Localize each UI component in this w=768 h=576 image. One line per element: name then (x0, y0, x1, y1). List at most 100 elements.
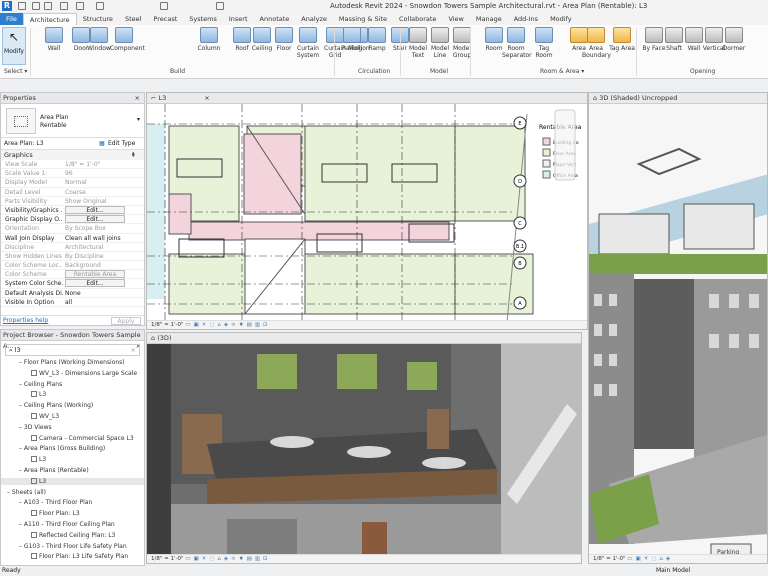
tab-structure[interactable]: Structure (77, 13, 119, 25)
redo-icon[interactable] (76, 2, 84, 10)
view-scale[interactable]: 1/8" = 1'-0" (151, 322, 184, 328)
clear-icon[interactable]: × (131, 345, 136, 356)
chevron-down-icon[interactable]: ▾ (137, 116, 140, 123)
browser-view-item[interactable]: Reflected Ceiling Plan: L3 (31, 531, 115, 539)
property-name: System Color Sche... (5, 280, 63, 288)
build-tool-column[interactable]: Column (195, 27, 223, 52)
browser-view-item[interactable]: L3 (1, 477, 144, 485)
tab-file[interactable]: File (0, 13, 23, 25)
view-control-bar: 1/8" = 1'-0" ▭▣☀◌⌂◈∞♦▤▥⊡ (147, 320, 587, 329)
browser-group-item[interactable]: – Ceiling Plans (19, 381, 62, 388)
text-icon[interactable] (160, 2, 168, 10)
camera-view-3d[interactable]: ⌂ (3D) 1/8" = 1'-0" ▭▣☀◌⌂◈∞♦▤▥⊡ (146, 332, 582, 564)
property-value[interactable]: Edit... (63, 215, 144, 224)
instance-selector[interactable]: Area Plan: L3 (4, 140, 44, 147)
view-tab-label: (3D) (157, 334, 172, 342)
browser-group-item[interactable]: – 3D Views (19, 424, 52, 431)
collapse-icon[interactable]: ⇞ (131, 150, 136, 160)
property-value[interactable]: Rentable Area (63, 270, 144, 279)
tab-insert[interactable]: Insert (223, 13, 254, 25)
properties-help-link[interactable]: Properties help (1, 317, 48, 324)
undo-icon[interactable] (60, 2, 68, 10)
property-value[interactable]: Edit... (63, 279, 144, 288)
edit-button[interactable]: Edit... (65, 215, 125, 224)
view-tab-3d[interactable]: ⌂ (3D) (147, 333, 581, 344)
revit-logo[interactable]: R (2, 1, 12, 11)
browser-search-input[interactable]: ⌕ l3 × (5, 344, 140, 356)
tab-add-ins[interactable]: Add-Ins (508, 13, 544, 25)
room_area-tool-tag-area[interactable]: Tag Area (608, 27, 636, 52)
browser-view-item[interactable]: Floor Plan: L3 Life Safety Plan (31, 553, 128, 560)
build-tool-curtain-system[interactable]: Curtain System (294, 27, 322, 59)
room_area-tool-room-separator[interactable]: Room Separator (502, 27, 532, 59)
model-tool-model-group[interactable]: Model Group (448, 27, 476, 59)
tab-analyze[interactable]: Analyze (295, 13, 333, 25)
room_area-tool-tag-room[interactable]: Tag Room (530, 27, 558, 59)
browser-group-item[interactable]: – Area Plans (Gross Building) (19, 445, 105, 452)
view-controls-icons[interactable]: ▭▣☀◌⌂◈ (627, 556, 673, 562)
tab-steel[interactable]: Steel (119, 13, 147, 25)
area-plan-type-icon (6, 108, 36, 134)
tab-systems[interactable]: Systems (183, 13, 223, 25)
plan-view-l3[interactable]: ⌐ L3× EDCB.1BARentable AreaBuilding CoFl… (146, 92, 588, 330)
apply-button[interactable]: Apply (111, 317, 141, 325)
tab-architecture[interactable]: Architecture (22, 13, 77, 25)
graphics-group-header[interactable]: Graphics ⇞ (1, 150, 144, 160)
tab-manage[interactable]: Manage (470, 13, 508, 25)
build-tool-component[interactable]: Component (110, 27, 145, 52)
tab-massing-site[interactable]: Massing & Site (333, 13, 393, 25)
shaded-3d-view[interactable]: ⌂ 3D (Shaded) Uncropped Parking 1/8" = 1… (588, 92, 768, 564)
close-icon[interactable]: × (135, 93, 140, 104)
save-icon[interactable] (44, 2, 52, 10)
browser-group-item[interactable]: – A103 - Third Floor Plan (19, 499, 92, 506)
tab-annotate[interactable]: Annotate (254, 13, 296, 25)
type-selector[interactable]: Area Plan Rentable ▾ (1, 104, 144, 138)
browser-group-item[interactable]: – Area Plans (Rentable) (19, 467, 89, 474)
browser-group-item[interactable]: – G103 - Third Floor Life Safety Plan (19, 543, 127, 550)
edit-button[interactable]: Edit... (65, 279, 125, 288)
room_area-tool-area-boundary[interactable]: Area Boundary (582, 27, 611, 59)
print-icon[interactable] (96, 2, 104, 10)
edit-button[interactable]: Edit... (65, 205, 125, 214)
circulation-tool-railing[interactable]: Railing (338, 27, 366, 52)
view-controls-icons[interactable]: ▭▣☀◌⌂◈∞♦▤▥⊡ (185, 322, 270, 328)
active-model-selector[interactable]: Main Model (656, 566, 690, 576)
browser-view-item[interactable]: Floor Plan: L3 (31, 510, 80, 517)
edit-button[interactable]: Rentable Area (65, 270, 125, 279)
tab-view[interactable]: View (442, 13, 469, 25)
browser-view-item[interactable]: L3 (31, 391, 46, 398)
home-icon[interactable] (18, 2, 26, 10)
door (362, 522, 387, 556)
view-tab-label: 3D (Shaded) Uncropped (599, 94, 678, 102)
tab-modify[interactable]: Modify (544, 13, 578, 25)
select-panel-label[interactable]: Select ▾ (4, 68, 27, 75)
build-tool-window[interactable]: Window (85, 27, 113, 52)
browser-view-item[interactable]: L3 (31, 456, 46, 463)
property-name: Detail Level (5, 188, 41, 196)
browser-group-item[interactable]: – Ceiling Plans (Working) (19, 402, 93, 409)
close-icon[interactable]: × (204, 94, 209, 102)
tab-precast[interactable]: Precast (147, 13, 183, 25)
value-text: By Scope Box (65, 225, 106, 233)
modify-button[interactable]: ↖ Modify (2, 27, 26, 65)
view-scale[interactable]: 1/8" = 1'-0" (593, 556, 626, 562)
tab-collaborate[interactable]: Collaborate (393, 13, 442, 25)
browser-view-item[interactable]: WV_L3 - Dimensions Large Scale (31, 369, 137, 377)
3d-view-icon[interactable] (216, 2, 224, 10)
browser-group-item[interactable]: – A110 - Third Floor Ceiling Plan (19, 521, 115, 528)
open-icon[interactable] (32, 2, 40, 10)
view-controls-icons[interactable]: ▭▣☀◌⌂◈∞♦▤▥⊡ (185, 556, 270, 562)
property-value[interactable]: Edit... (63, 205, 144, 214)
browser-group-item[interactable]: – Floor Plans (Working Dimensions) (19, 359, 125, 366)
view-scale[interactable]: 1/8" = 1'-0" (151, 556, 184, 562)
build-tool-wall[interactable]: Wall (40, 27, 68, 52)
room_area-panel-label[interactable]: Room & Area ▾ (540, 68, 584, 75)
browser-group-item[interactable]: – Sheets (all) (7, 489, 46, 496)
view-tab-3d-shaded[interactable]: ⌂ 3D (Shaded) Uncropped (589, 93, 767, 104)
property-name: Show Hidden Lines (5, 252, 62, 260)
browser-view-item[interactable]: WV_L3 (31, 413, 59, 420)
view-tab-l3[interactable]: ⌐ L3 × (147, 93, 587, 104)
browser-view-item[interactable]: Camera - Commercial Space L3 (31, 434, 134, 442)
edit-type-button[interactable]: Edit Type (108, 138, 135, 150)
opening-tool-dormer[interactable]: Dormer (720, 27, 748, 52)
